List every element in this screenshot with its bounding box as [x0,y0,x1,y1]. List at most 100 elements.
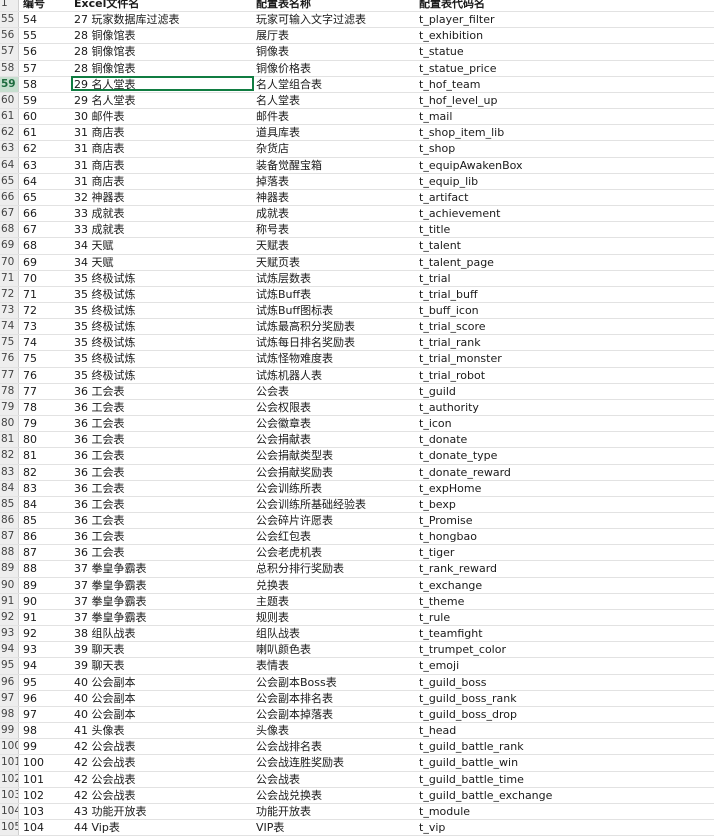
cell-id[interactable]: 103 [20,804,71,819]
cell-id[interactable]: 92 [20,626,71,641]
cell-config-code[interactable]: t_buff_icon [418,303,714,318]
cell-id[interactable]: 72 [20,303,71,318]
cell-config-code[interactable]: t_hongbao [418,529,714,544]
cell-config-name[interactable]: 装备觉醒宝箱 [254,158,418,173]
cell-config-code[interactable]: t_equipAwakenBox [418,158,714,173]
cell-config-name[interactable]: 公会捐献类型表 [254,448,418,463]
row-number[interactable]: 72 [0,286,19,302]
cell-id[interactable]: 58 [20,77,71,92]
cell-excel-file[interactable]: 35 终极试炼 [71,303,254,318]
cell-id[interactable]: 70 [20,271,71,286]
cell-config-code[interactable]: t_hof_team [418,77,714,92]
cell-config-name[interactable]: 试炼机器人表 [254,368,418,383]
row-number[interactable]: 73 [0,302,19,319]
cell-id[interactable]: 75 [20,351,71,366]
cell-config-code[interactable]: t_teamfight [418,626,714,641]
cell-excel-file[interactable]: 42 公会战表 [71,739,254,754]
cell-config-code[interactable]: t_Promise [418,513,714,528]
cell-id[interactable]: 98 [20,723,71,738]
cell-config-code[interactable]: t_guild_boss_rank [418,691,714,706]
row-number[interactable]: 89 [0,561,19,577]
cell-excel-file[interactable]: 28 铜像馆表 [71,61,254,76]
cell-config-name[interactable]: 试炼最高积分奖励表 [254,319,418,334]
cell-config-code[interactable]: t_donate_type [418,448,714,463]
cell-config-code[interactable]: t_statue [418,44,714,59]
cell-config-code[interactable]: t_head [418,723,714,738]
row-number[interactable]: 102 [0,771,19,787]
cell-id[interactable]: 94 [20,658,71,673]
cell-config-name[interactable]: 名人堂表 [254,93,418,108]
row-number[interactable]: 1 [0,0,19,12]
cell-excel-file[interactable]: 28 铜像馆表 [71,44,254,59]
cell-config-code[interactable]: t_donate [418,432,714,447]
cell-config-code[interactable]: t_title [418,222,714,237]
row-number[interactable]: 93 [0,626,19,642]
cell-id[interactable]: 71 [20,287,71,302]
cell-config-name[interactable]: 杂货店 [254,141,418,156]
cell-id[interactable]: 61 [20,125,71,140]
cell-id[interactable]: 86 [20,529,71,544]
cell-excel-file[interactable]: 37 拳皇争霸表 [71,610,254,625]
cell-config-name[interactable]: 公会红包表 [254,529,418,544]
row-number[interactable]: 83 [0,464,19,480]
cell-config-name[interactable]: 公会战排名表 [254,739,418,754]
cell-excel-file[interactable]: 36 工会表 [71,513,254,528]
cell-id[interactable]: 101 [20,772,71,787]
row-number[interactable]: 77 [0,367,19,383]
row-number[interactable]: 96 [0,674,19,690]
cell-config-code[interactable]: t_trial_score [418,319,714,334]
cell-config-name[interactable]: 头像表 [254,723,418,738]
cell-excel-file[interactable]: 36 工会表 [71,384,254,399]
cell-config-name[interactable]: 试炼怪物难度表 [254,351,418,366]
cell-config-name[interactable]: 公会副本掉落表 [254,707,418,722]
cell-excel-file[interactable]: 36 工会表 [71,465,254,480]
cell-config-name[interactable]: 公会战连胜奖励表 [254,755,418,770]
row-number[interactable]: 82 [0,448,19,464]
cell-excel-file[interactable]: 33 成就表 [71,206,254,221]
cell-excel-file[interactable]: 39 聊天表 [71,658,254,673]
cell-config-name[interactable]: 公会权限表 [254,400,418,415]
cell-config-name[interactable]: 公会战兑换表 [254,788,418,803]
cell-config-code[interactable]: t_statue_price [418,61,714,76]
cell-config-name[interactable]: 总积分排行奖励表 [254,561,418,576]
row-number[interactable]: 59 [0,76,19,92]
cell-excel-file[interactable]: 32 神器表 [71,190,254,205]
cell-config-name[interactable]: 展厅表 [254,28,418,43]
cell-config-name[interactable]: 试炼Buff表 [254,287,418,302]
row-number[interactable]: 62 [0,125,19,141]
cell-excel-file[interactable]: 35 终极试炼 [71,319,254,334]
cell-config-code[interactable]: t_tiger [418,545,714,560]
cell-id[interactable]: 54 [20,12,71,27]
cell-config-name[interactable]: VIP表 [254,820,418,835]
row-number[interactable]: 68 [0,222,19,238]
cell-config-code[interactable]: t_exhibition [418,28,714,43]
cell-config-code[interactable]: t_trial_rank [418,335,714,350]
cell-config-name[interactable]: 公会表 [254,384,418,399]
cell-id[interactable]: 97 [20,707,71,722]
cell-config-code[interactable]: t_icon [418,416,714,431]
cell-excel-file[interactable]: 34 天赋 [71,238,254,253]
cell-config-name[interactable]: 试炼Buff图标表 [254,303,418,318]
row-number[interactable]: 56 [0,28,19,44]
cell-config-name[interactable]: 玩家可输入文字过滤表 [254,12,418,27]
cell-config-code[interactable]: t_guild_battle_win [418,755,714,770]
cell-id[interactable]: 96 [20,691,71,706]
cell-id[interactable]: 88 [20,561,71,576]
cell-excel-file[interactable]: 36 工会表 [71,529,254,544]
row-number[interactable]: 97 [0,690,19,706]
cell-excel-file[interactable]: 42 公会战表 [71,755,254,770]
row-number[interactable]: 87 [0,529,19,545]
row-number[interactable]: 81 [0,432,19,448]
cell-config-name[interactable]: 神器表 [254,190,418,205]
row-number[interactable]: 63 [0,141,19,157]
cell-config-code[interactable]: t_talent [418,238,714,253]
cell-config-name[interactable]: 公会战表 [254,772,418,787]
cell-config-code[interactable]: t_hof_level_up [418,93,714,108]
cell-config-name[interactable]: 功能开放表 [254,804,418,819]
cell-config-code[interactable]: t_guild_boss_drop [418,707,714,722]
row-number[interactable]: 104 [0,803,19,819]
cell-id[interactable]: 67 [20,222,71,237]
cell-excel-file[interactable]: 39 聊天表 [71,642,254,657]
cell-id[interactable]: 85 [20,513,71,528]
row-number[interactable]: 99 [0,723,19,739]
